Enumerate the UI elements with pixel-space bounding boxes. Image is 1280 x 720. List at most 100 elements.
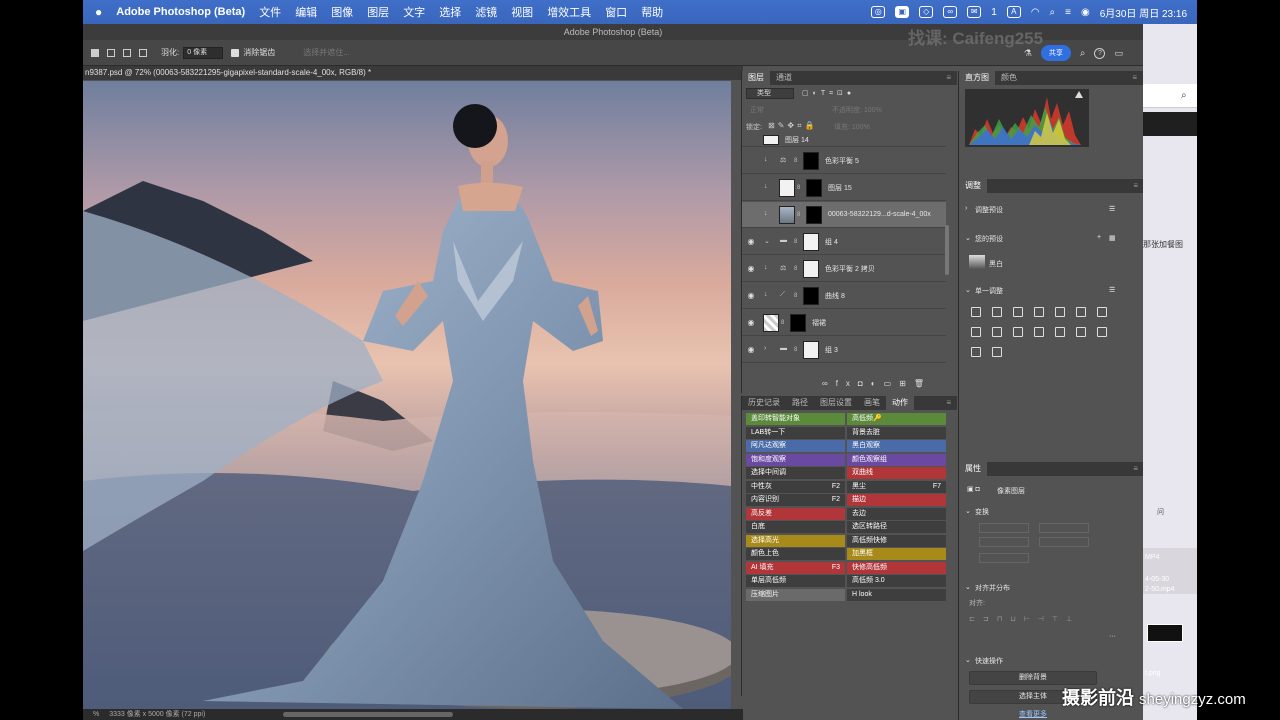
antialias-checkbox[interactable]: [231, 48, 240, 57]
chevron-down-icon[interactable]: ⌄: [965, 507, 971, 515]
layer-row[interactable]: ◉ ↓ ⟋ 8 曲线 8: [742, 283, 946, 309]
action-button[interactable]: 中性灰 F2: [746, 480, 845, 493]
layer-row[interactable]: ◉ 8 褶裙: [742, 310, 946, 336]
action-button[interactable]: 加黑框: [847, 548, 946, 560]
exposure-icon[interactable]: [1034, 307, 1044, 317]
action-button[interactable]: 高低频快修: [847, 534, 946, 547]
layer-row[interactable]: ◉ ↓ ⚖ 8 色彩平衡 2 拷贝: [742, 256, 946, 282]
panel-menu-icon[interactable]: ≡: [940, 396, 957, 410]
eye-icon[interactable]: ◉: [742, 345, 760, 354]
siri-icon[interactable]: ◉: [1081, 7, 1090, 18]
selective-color-icon[interactable]: [992, 347, 1002, 357]
list-view-icon[interactable]: ☰: [1109, 286, 1115, 294]
threshold-icon[interactable]: [1097, 327, 1107, 337]
subtract-selection-icon[interactable]: [123, 48, 131, 57]
wifi-icon[interactable]: ◠: [1031, 7, 1040, 18]
zoom-readout[interactable]: %: [93, 711, 99, 718]
layer-filter-icons[interactable]: ▢◐T⌗⊡●: [802, 89, 855, 98]
layer-footer-icons[interactable]: ∞fx◘◐▭⊞🗑: [822, 379, 932, 388]
remove-background-button[interactable]: 删除背景: [969, 671, 1097, 685]
action-button[interactable]: 颜色观察组: [847, 453, 946, 466]
menu-image[interactable]: 图像: [331, 4, 353, 20]
chevron-right-icon[interactable]: ›: [764, 345, 776, 355]
action-button[interactable]: 选择中间调: [746, 467, 845, 479]
your-presets-label[interactable]: 您的预设: [975, 234, 1003, 244]
single-adjustments-label[interactable]: 单一调整: [975, 286, 1003, 296]
select-mask-button[interactable]: 选择并遮住...: [303, 47, 350, 58]
control-center-icon[interactable]: ≡: [1065, 7, 1071, 18]
action-button[interactable]: 压缩图片: [746, 588, 845, 601]
panel-menu-icon[interactable]: ≡: [1127, 462, 1144, 476]
apple-icon[interactable]: ●: [95, 5, 102, 19]
eye-icon[interactable]: ◉: [742, 237, 760, 246]
layer-filter-select[interactable]: 类型: [746, 88, 794, 99]
help-icon[interactable]: ?: [1094, 47, 1106, 59]
chevron-down-icon[interactable]: ⌄: [965, 234, 971, 242]
menu-view[interactable]: 视图: [511, 4, 533, 20]
action-button[interactable]: 饱和度观察: [746, 453, 845, 466]
eye-icon[interactable]: ◉: [742, 264, 760, 273]
posterize-icon[interactable]: [1076, 327, 1086, 337]
action-button[interactable]: 选择高光: [746, 534, 845, 547]
layer-row[interactable]: ↓ ⚖ 8 色彩平衡 5: [742, 148, 946, 174]
link-icon[interactable]: ∞: [943, 6, 958, 18]
chevron-down-icon[interactable]: ⌄: [965, 583, 971, 591]
menu-help[interactable]: 帮助: [641, 4, 663, 20]
menu-window[interactable]: 窗口: [605, 4, 627, 20]
action-button[interactable]: 高低频🔑: [847, 413, 946, 425]
search-icon[interactable]: ⌕: [1080, 48, 1086, 59]
bw-preset-label[interactable]: 黑白: [989, 259, 1003, 269]
action-button[interactable]: 选区转路径: [847, 521, 946, 533]
action-button[interactable]: 盖印转智能对象: [746, 413, 845, 425]
panel-menu-icon[interactable]: ≡: [940, 71, 957, 85]
workspace-icon[interactable]: ▭: [1114, 48, 1123, 59]
tab-actions[interactable]: 动作: [886, 396, 914, 410]
tab-histogram[interactable]: 直方图: [959, 71, 995, 85]
layer-row[interactable]: 图层 14: [742, 133, 946, 147]
tab-adjustments[interactable]: 调整: [959, 179, 987, 193]
more-icon[interactable]: ···: [1109, 633, 1116, 640]
tab-brushes[interactable]: 画笔: [858, 396, 886, 410]
action-button[interactable]: 背景去脏: [847, 426, 946, 439]
chevron-right-icon[interactable]: ›: [965, 205, 967, 212]
menu-app-name[interactable]: Adobe Photoshop (Beta): [116, 6, 245, 18]
blend-mode-select[interactable]: 正常: [750, 105, 764, 115]
hsl-icon[interactable]: [1076, 307, 1086, 317]
view-more-link[interactable]: 查看更多: [1019, 709, 1047, 719]
layer-row[interactable]: ◉ › ▬ 8 组 3: [742, 337, 946, 363]
tab-layers[interactable]: 图层: [742, 71, 770, 85]
chevron-down-icon[interactable]: ⌄: [965, 286, 971, 294]
action-button[interactable]: 描边: [847, 494, 946, 506]
bw-icon[interactable]: [971, 327, 981, 337]
action-button[interactable]: 阿凡达观察: [746, 440, 845, 452]
clock[interactable]: 6月30日 周日 23:16: [1100, 5, 1187, 20]
action-button[interactable]: 高低频 3.0: [847, 575, 946, 587]
action-button[interactable]: 白底: [746, 521, 845, 533]
transform-label[interactable]: 变换: [975, 507, 989, 517]
align-distribute-label[interactable]: 对齐并分布: [975, 583, 1010, 593]
gradient-map-icon[interactable]: [971, 347, 981, 357]
eye-icon[interactable]: ◉: [742, 318, 760, 327]
action-button[interactable]: 快修高低频: [847, 561, 946, 574]
horizontal-scrollbar[interactable]: [283, 712, 453, 717]
background-window[interactable]: ⌕ 那张加餐图 问 MP4 4-05-30 2-50.mp4 t.png: [1143, 24, 1197, 720]
adjustment-presets-label[interactable]: 调整预设: [975, 205, 1003, 215]
curves-icon[interactable]: [1013, 307, 1023, 317]
quick-actions-label[interactable]: 快速操作: [975, 656, 1003, 666]
flask-icon[interactable]: ⚗: [1024, 48, 1032, 59]
lock-icons[interactable]: ⊠✎✥⌗🔒: [768, 121, 818, 131]
action-button[interactable]: 双曲线: [847, 467, 946, 479]
action-button[interactable]: 黑尘 F7: [847, 480, 946, 493]
search-icon[interactable]: ⌕: [1050, 7, 1056, 18]
tab-channels[interactable]: 通道: [770, 71, 798, 85]
opacity-field[interactable]: 不透明度: 100%: [832, 105, 882, 115]
action-button[interactable]: 去边: [847, 507, 946, 520]
input-method-icon[interactable]: A: [1006, 6, 1021, 18]
menu-file[interactable]: 文件: [259, 4, 281, 20]
color-balance-icon[interactable]: [1097, 307, 1107, 317]
action-button[interactable]: 颜色上色: [746, 548, 845, 560]
add-icon[interactable]: +: [1097, 234, 1101, 241]
list-view-icon[interactable]: ☰: [1109, 205, 1115, 213]
tab-history[interactable]: 历史记录: [742, 396, 786, 410]
levels-icon[interactable]: [992, 307, 1002, 317]
